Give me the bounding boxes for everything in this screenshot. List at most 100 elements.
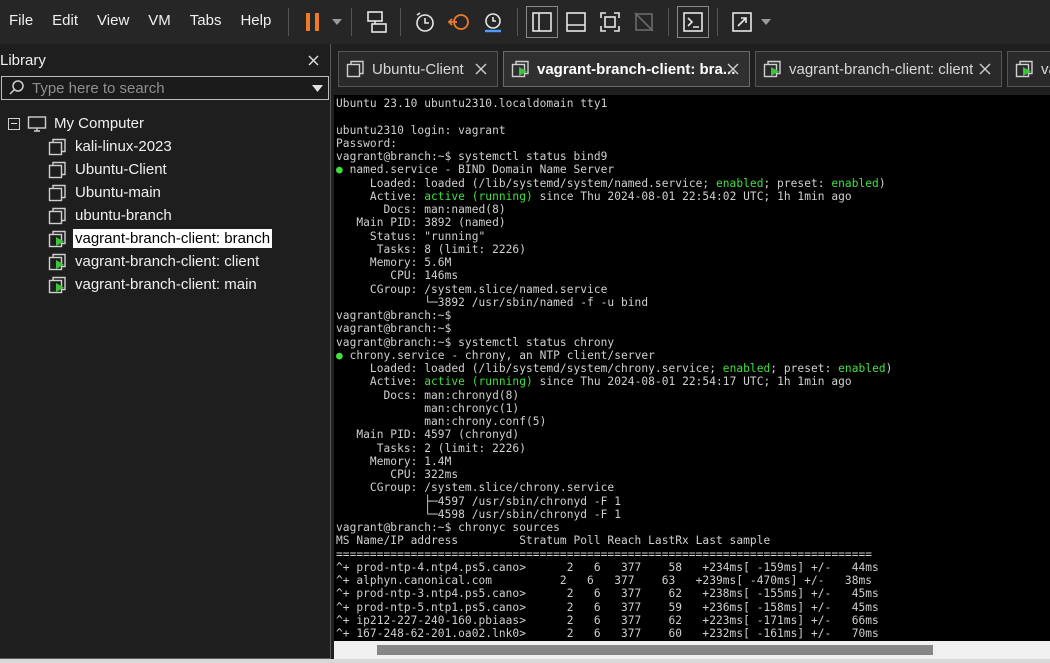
vm-running-icon <box>48 253 66 270</box>
vm-icon <box>346 60 364 78</box>
scrollbar-thumb[interactable] <box>377 645 933 655</box>
menubar: File Edit View VM Tabs Help <box>0 0 1050 44</box>
stretch-icon <box>732 12 753 32</box>
console-text-segment: since Thu 2024-08-01 22:54:02 UTC; 1h 1m… <box>532 189 852 203</box>
library-close-button[interactable] <box>302 49 324 71</box>
tab-vagrant-branch-client-client[interactable]: vagrant-branch-client: client <box>755 51 1002 87</box>
console-line: ========================================… <box>336 547 873 561</box>
pause-button[interactable] <box>297 6 329 38</box>
snapshot-manager-icon <box>485 13 502 33</box>
snapshot-icon <box>416 12 435 32</box>
tree-item-label: ubuntu-branch <box>75 207 172 224</box>
vm-console[interactable]: Ubuntu 23.10 ubuntu2310.localdomain tty1… <box>334 95 1050 641</box>
console-line: CGroup: /system.slice/chrony.service <box>336 481 615 495</box>
vm-running-icon <box>48 230 66 247</box>
toolbar-separator <box>351 8 353 36</box>
tree-item-vm[interactable]: vagrant-branch-client: main <box>0 273 330 296</box>
console-text-segment: since Thu 2024-08-01 22:54:17 UTC; 1h 1m… <box>532 375 852 389</box>
library-search-input[interactable] <box>32 78 306 98</box>
send-keys-button[interactable] <box>360 6 392 38</box>
snapshot-manager-button[interactable] <box>477 6 509 38</box>
console-line: man:chrony.conf(5) <box>336 415 547 428</box>
stretch-dropdown-button[interactable] <box>759 6 773 38</box>
console-line: └─3892 /usr/sbin/named -f -u bind <box>336 295 649 309</box>
console-line: Active: active (running) since Thu 2024-… <box>336 375 892 388</box>
console-view-button[interactable] <box>677 6 710 38</box>
tree-item-my-computer[interactable]: My Computer <box>0 112 330 135</box>
tree-item-vm[interactable]: vagrant-branch-client: client <box>0 250 330 273</box>
tab-close-button[interactable] <box>977 61 993 77</box>
console-line: CGroup: /system.slice/named.service <box>336 282 608 296</box>
full-screen-button[interactable] <box>594 6 626 38</box>
library-view-icon <box>532 12 553 32</box>
library-pane: Library My Computer kali-linux-2023 Ubunt… <box>0 44 331 659</box>
thumbnail-bar-icon <box>566 12 587 32</box>
console-line: Password: <box>336 136 398 150</box>
unity-button[interactable] <box>628 6 660 38</box>
send-keys-icon <box>367 11 388 33</box>
horizontal-scrollbar[interactable] <box>334 641 1050 659</box>
console-line: Ubuntu 23.10 ubuntu2310.localdomain tty1 <box>336 97 608 110</box>
console-highlight: enabled <box>715 176 764 190</box>
take-snapshot-button[interactable] <box>409 6 441 38</box>
console-line: vagrant@branch:~$ systemctl status chron… <box>336 335 615 349</box>
console-highlight: ● <box>336 348 343 362</box>
menu-edit[interactable]: Edit <box>43 0 88 44</box>
console-line: Status: "running" <box>336 229 486 243</box>
tab-close-button[interactable] <box>725 61 741 77</box>
tab-label: va <box>1041 60 1050 78</box>
console-line: Tasks: 8 (limit: 2226) <box>336 242 526 256</box>
library-view-button[interactable] <box>526 6 559 38</box>
console-line: vagrant@branch:~$ systemctl status bind9 <box>336 150 608 163</box>
menu-vm[interactable]: VM <box>139 0 181 44</box>
revert-snapshot-button[interactable] <box>443 6 475 38</box>
tab-vagrant-branch-client-branch[interactable]: vagrant-branch-client: bra... <box>503 51 750 87</box>
full-screen-icon <box>600 12 621 32</box>
tab-label: Ubuntu-Client <box>372 60 464 78</box>
chevron-down-icon <box>332 19 343 25</box>
console-text-segment: ; preset: <box>763 176 832 190</box>
console-line: MS Name/IP address Stratum Poll Reach La… <box>336 534 771 548</box>
tab-ubuntu-client[interactable]: Ubuntu-Client <box>338 51 498 87</box>
tree-item-vm[interactable]: kali-linux-2023 <box>0 135 330 158</box>
tree-item-vm[interactable]: ubuntu-branch <box>0 204 330 227</box>
stretch-button[interactable] <box>726 6 758 38</box>
pause-icon <box>306 13 320 31</box>
search-icon <box>2 77 32 99</box>
tree-item-label: My Computer <box>54 115 145 132</box>
console-line: Memory: 5.6M <box>336 256 452 269</box>
power-dropdown-button[interactable] <box>330 6 344 38</box>
collapse-icon[interactable] <box>8 117 20 130</box>
toolbar-separator <box>668 8 670 36</box>
tab-vagrant-branch-client-main[interactable]: va <box>1007 51 1050 87</box>
console-view-icon <box>683 12 704 32</box>
thumbnail-bar-button[interactable] <box>560 6 592 38</box>
console-text-segment: chrony.service - chrony, an NTP client/s… <box>342 348 655 362</box>
vm-icon <box>48 138 66 155</box>
tree-item-label: Ubuntu-Client <box>75 161 167 178</box>
tree-item-vm[interactable]: vagrant-branch-client: branch <box>0 227 330 250</box>
unity-icon <box>634 12 654 32</box>
console-text-segment: ) <box>885 362 893 375</box>
console-line: Docs: man:named(8) <box>336 203 506 216</box>
vm-running-icon <box>763 60 781 78</box>
menu-help[interactable]: Help <box>231 0 281 44</box>
tree-item-vm[interactable]: Ubuntu-main <box>0 181 330 204</box>
tab-close-button[interactable] <box>473 61 489 77</box>
menu-file[interactable]: File <box>0 0 43 44</box>
tree-item-vm[interactable]: Ubuntu-Client <box>0 158 330 181</box>
close-icon <box>308 55 318 65</box>
console-output: Ubuntu 23.10 ubuntu2310.localdomain tty1… <box>336 97 892 640</box>
vm-icon <box>48 207 66 224</box>
chevron-down-icon <box>761 19 772 25</box>
tree-item-label: Ubuntu-main <box>75 184 161 201</box>
tree-item-label: vagrant-branch-client: client <box>75 253 260 270</box>
menu-tabs[interactable]: Tabs <box>181 0 232 44</box>
status-strip <box>0 659 1050 663</box>
toolbar-separator <box>288 8 290 36</box>
console-line: vagrant@branch:~$ <box>336 309 452 322</box>
search-dropdown-button[interactable] <box>306 77 328 99</box>
menu-view[interactable]: View <box>88 0 139 44</box>
tab-label: vagrant-branch-client: client <box>789 60 974 78</box>
